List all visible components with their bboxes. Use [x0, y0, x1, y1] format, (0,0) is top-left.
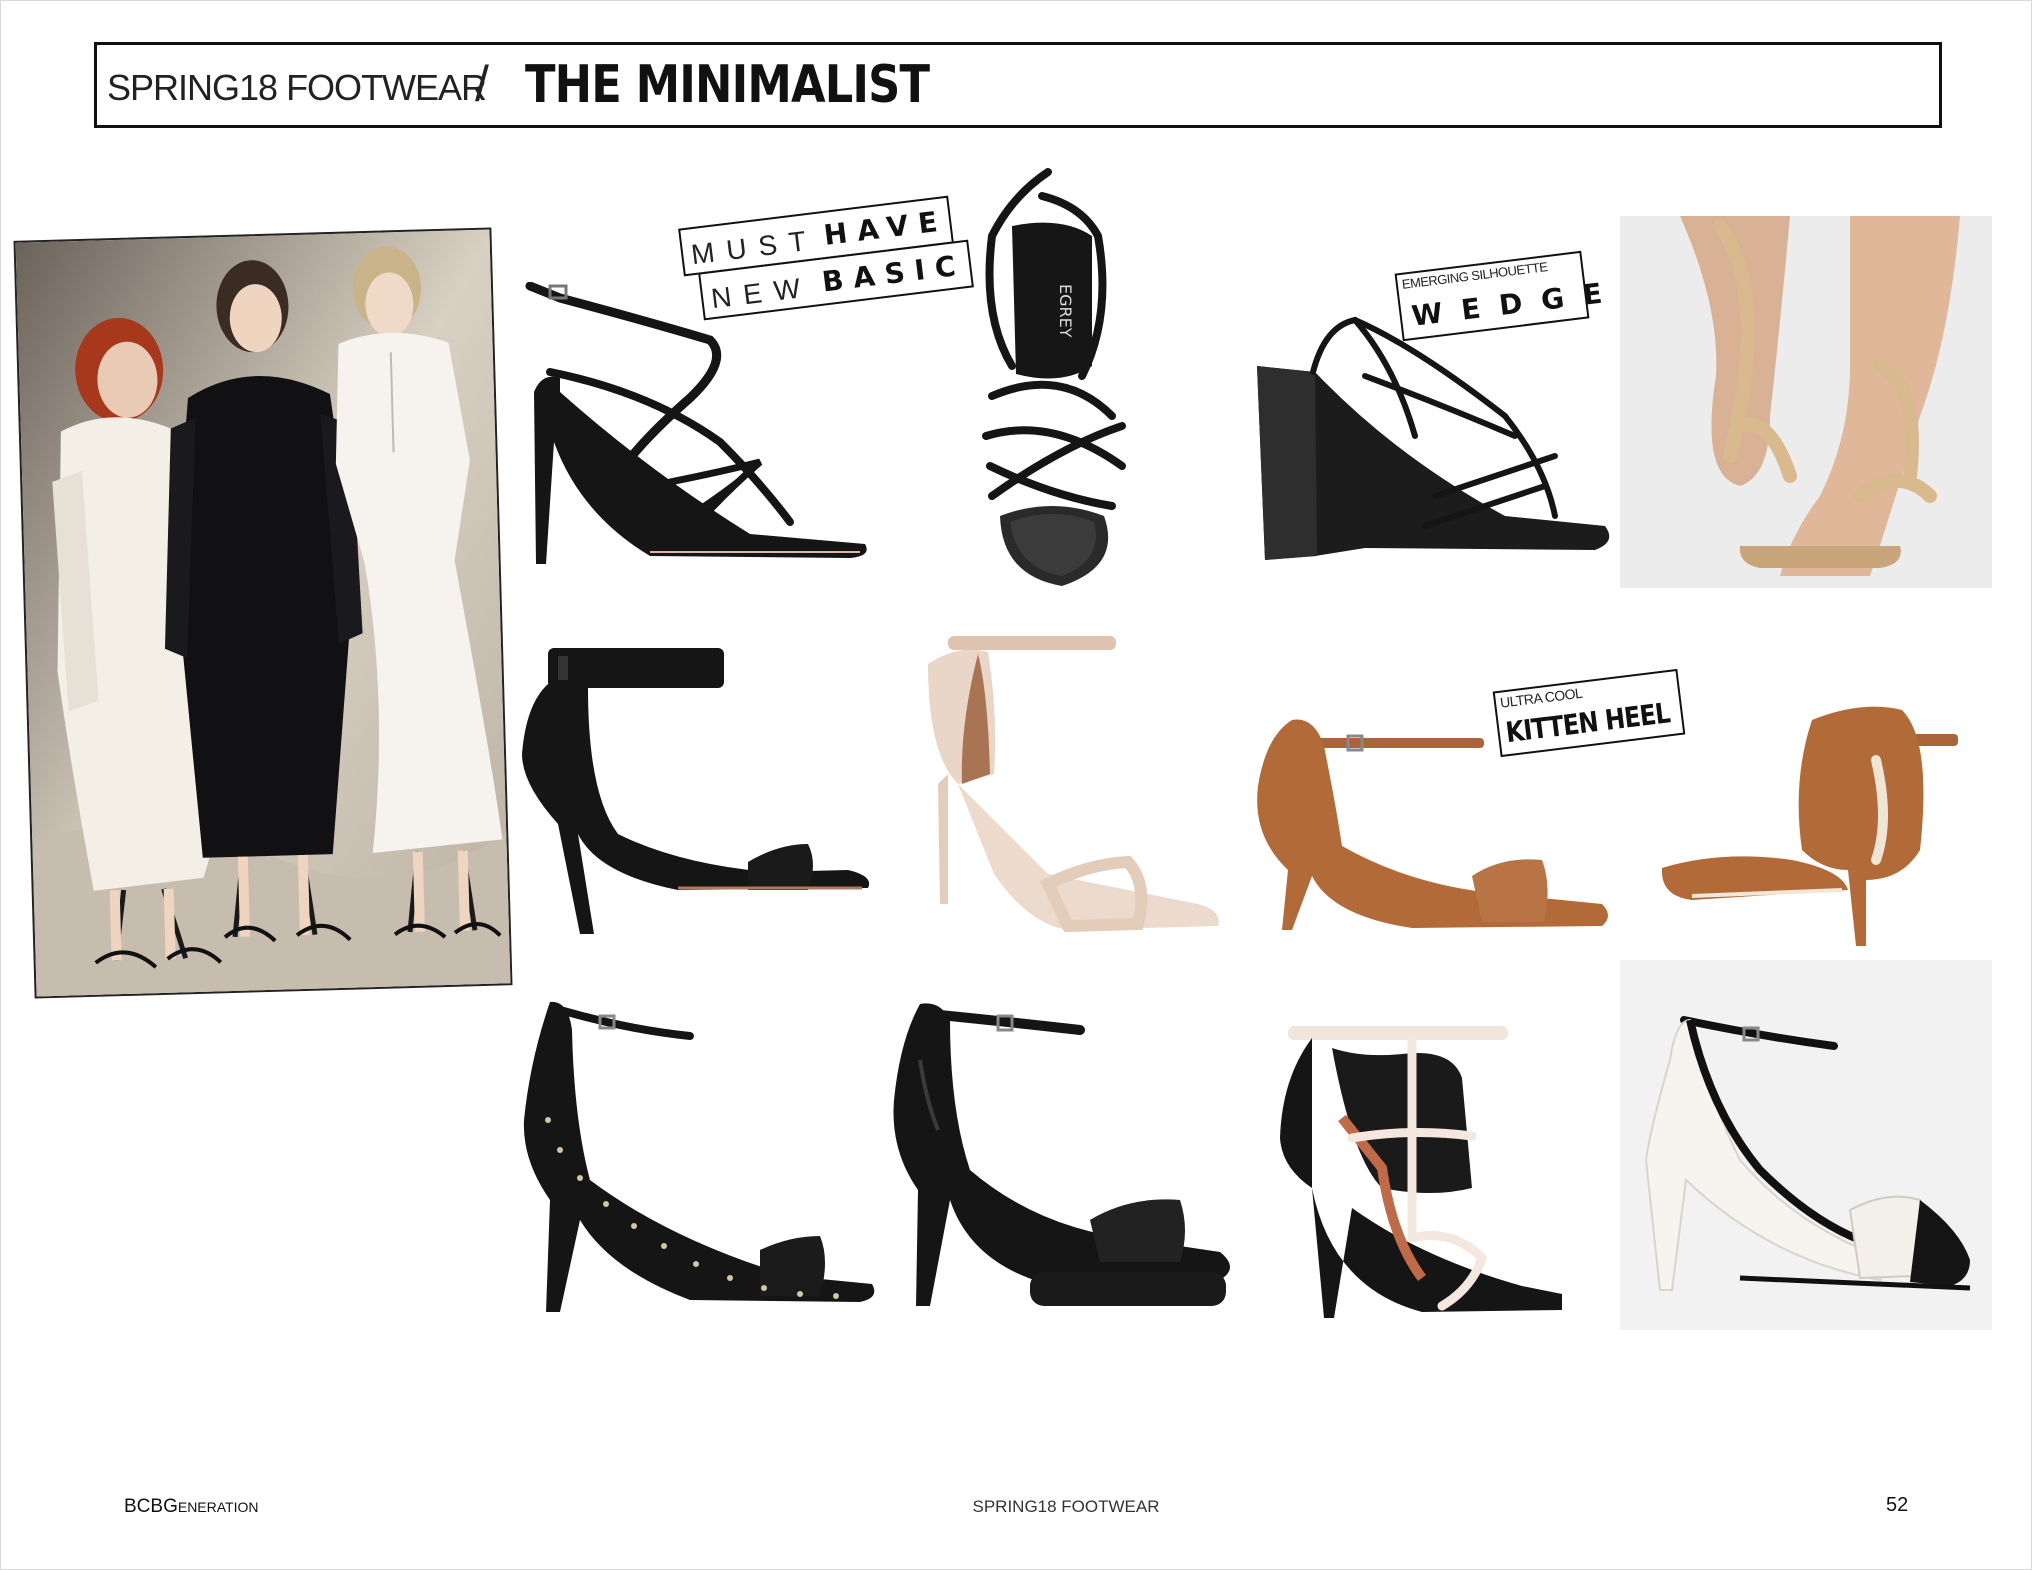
product-black-wedge-sandal	[1255, 316, 1617, 566]
footer-section-label: SPRING18 FOOTWEAR	[972, 1497, 1160, 1516]
product-black-patent-platform-sandal	[890, 1000, 1240, 1312]
footer-section: SPRING18 FOOTWEAR	[0, 1497, 2032, 1517]
product-black-white-t-strap-sandal	[1272, 1018, 1562, 1318]
tag-kitten-light: ULTRA COOL	[1499, 684, 1584, 711]
header-separator: /	[475, 56, 489, 112]
page-title: THE MINIMALIST	[525, 55, 930, 115]
product-white-black-sandal	[1620, 960, 1992, 1330]
product-nude-ankle-strap-sandal	[918, 634, 1228, 946]
product-tan-suede-kitten-heel	[1252, 716, 1616, 938]
header-bar: SPRING18 FOOTWEAR / THE MINIMALIST	[94, 42, 1942, 128]
product-black-studded-sandal	[520, 1000, 880, 1312]
product-black-ankle-strap-sandal	[518, 644, 878, 936]
product-black-sandal-top-view: EGREY	[972, 166, 1142, 590]
product-camel-sandal-on-foot	[1620, 216, 1992, 588]
mood-photo-models	[13, 227, 513, 999]
product-black-strappy-stiletto	[520, 282, 875, 567]
product-tan-suede-back-view	[1662, 700, 1964, 950]
brand-stamp: EGREY	[1056, 284, 1075, 338]
page-number: 52	[1886, 1494, 1909, 1516]
header-section-label: SPRING18 FOOTWEAR	[107, 67, 487, 108]
